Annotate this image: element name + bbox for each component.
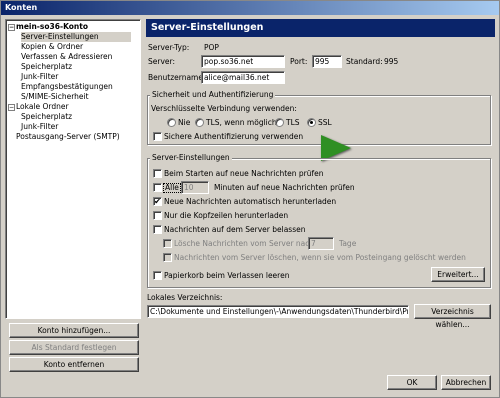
tree-item-local-folders[interactable]: − Lokale Ordner (8, 102, 69, 112)
standard-value: 995 (384, 57, 399, 66)
check-every-label: Alle (163, 183, 181, 193)
tree-item-server-settings[interactable]: Server-Einstellungen (21, 32, 131, 42)
delete-days-input[interactable]: 7 (308, 237, 334, 250)
empty-trash-checkbox[interactable] (153, 271, 162, 280)
check-interval-input[interactable]: 10 (181, 181, 209, 194)
encrypted-connection-label: Verschlüsselte Verbindung verwenden: (151, 104, 297, 113)
port-label: Port: (290, 57, 308, 66)
remove-account-button[interactable]: Konto entfernen (9, 357, 139, 372)
radio-never-label: Nie (178, 118, 191, 127)
server-type-value: POP (204, 43, 219, 52)
server-type-label: Server-Typ: (148, 43, 190, 52)
check-on-start-checkbox[interactable] (153, 169, 162, 178)
tree-item-account[interactable]: − mein-so36-Konto (8, 22, 88, 32)
days-label: Tage (339, 239, 357, 248)
server-input[interactable]: pop.so36.net (201, 55, 285, 68)
server-settings-group-title: Server-Einstellungen (150, 153, 232, 162)
tree-item-disk-space[interactable]: Speicherplatz (21, 62, 72, 72)
tree-item-junk-filter[interactable]: Junk-Filter (21, 72, 58, 82)
delete-on-remove-checkbox[interactable] (163, 253, 172, 262)
standard-label: Standard: (346, 57, 383, 66)
security-group-title: Sicherheit und Authentifizierung (150, 90, 276, 99)
username-label: Benutzername: (148, 73, 206, 82)
radio-tls-if-available-label: TLS, wenn möglich (206, 118, 277, 127)
local-dir-input[interactable]: C:\Dokumente und Einstellungen\-\Anwendu… (147, 305, 409, 318)
collapse-icon[interactable]: − (8, 24, 15, 31)
tree-item-return-receipts[interactable]: Empfangsbestätigungen (21, 82, 113, 92)
server-label: Server: (148, 57, 175, 66)
port-input[interactable]: 995 (312, 55, 342, 68)
radio-tls-if-available[interactable] (195, 118, 204, 127)
local-dir-label: Lokales Verzeichnis: (147, 293, 223, 302)
check-every-checkbox[interactable] (153, 183, 162, 192)
radio-ssl-label: SSL (318, 118, 332, 127)
ok-button[interactable]: OK (387, 375, 437, 390)
delete-after-label: Lösche Nachrichten vom Server nach (174, 239, 315, 248)
radio-tls-label: TLS (286, 118, 300, 127)
set-default-button[interactable]: Als Standard festlegen (9, 340, 139, 355)
add-account-button[interactable]: Konto hinzufügen... (9, 323, 139, 338)
headers-only-checkbox[interactable] (153, 211, 162, 220)
tree-item-local-junk-filter[interactable]: Junk-Filter (21, 122, 58, 132)
advanced-button[interactable]: Erweitert... (431, 267, 485, 282)
accounts-window: Konten − mein-so36-Konto Server-Einstellu… (0, 0, 500, 398)
minutes-label: Minuten auf neue Nachrichten prüfen (214, 183, 355, 192)
auto-download-label: Neue Nachrichten automatisch herunterlad… (164, 197, 337, 206)
secure-auth-label: Sichere Authentifizierung verwenden (164, 132, 304, 141)
choose-directory-button[interactable]: Verzeichnis wählen... (414, 304, 491, 329)
account-tree[interactable]: − mein-so36-Konto Server-Einstellungen Ko… (5, 19, 141, 319)
delete-on-remove-label: Nachrichten vom Server löschen, wenn sie… (174, 253, 466, 262)
delete-after-checkbox[interactable] (163, 239, 172, 248)
tree-item-local-disk-space[interactable]: Speicherplatz (21, 112, 72, 122)
username-input[interactable]: alice@mail36.net (201, 71, 285, 84)
auto-download-checkbox[interactable]: ✔ (153, 197, 162, 206)
tree-item-composition[interactable]: Verfassen & Adressieren (21, 52, 112, 62)
leave-on-server-checkbox[interactable] (153, 225, 162, 234)
headers-only-label: Nur die Kopfzeilen herunterladen (164, 211, 289, 220)
radio-ssl[interactable] (307, 118, 316, 127)
tree-item-smtp[interactable]: Postausgang-Server (SMTP) (16, 132, 120, 142)
cancel-button[interactable]: Abbrechen (441, 375, 491, 390)
window-title: Konten (1, 1, 499, 15)
tree-item-copies-folders[interactable]: Kopien & Ordner (21, 42, 83, 52)
radio-never[interactable] (167, 118, 176, 127)
page-title: Server-Einstellungen (146, 19, 495, 37)
empty-trash-label: Papierkorb beim Verlassen leeren (164, 271, 290, 280)
radio-tls[interactable] (275, 118, 284, 127)
collapse-icon[interactable]: − (8, 104, 15, 111)
leave-on-server-label: Nachrichten auf dem Server belassen (164, 225, 306, 234)
tree-item-smime[interactable]: S/MIME-Sicherheit (21, 92, 89, 102)
check-on-start-label: Beim Starten auf neue Nachrichten prüfen (164, 169, 324, 178)
secure-auth-checkbox[interactable] (153, 132, 162, 141)
